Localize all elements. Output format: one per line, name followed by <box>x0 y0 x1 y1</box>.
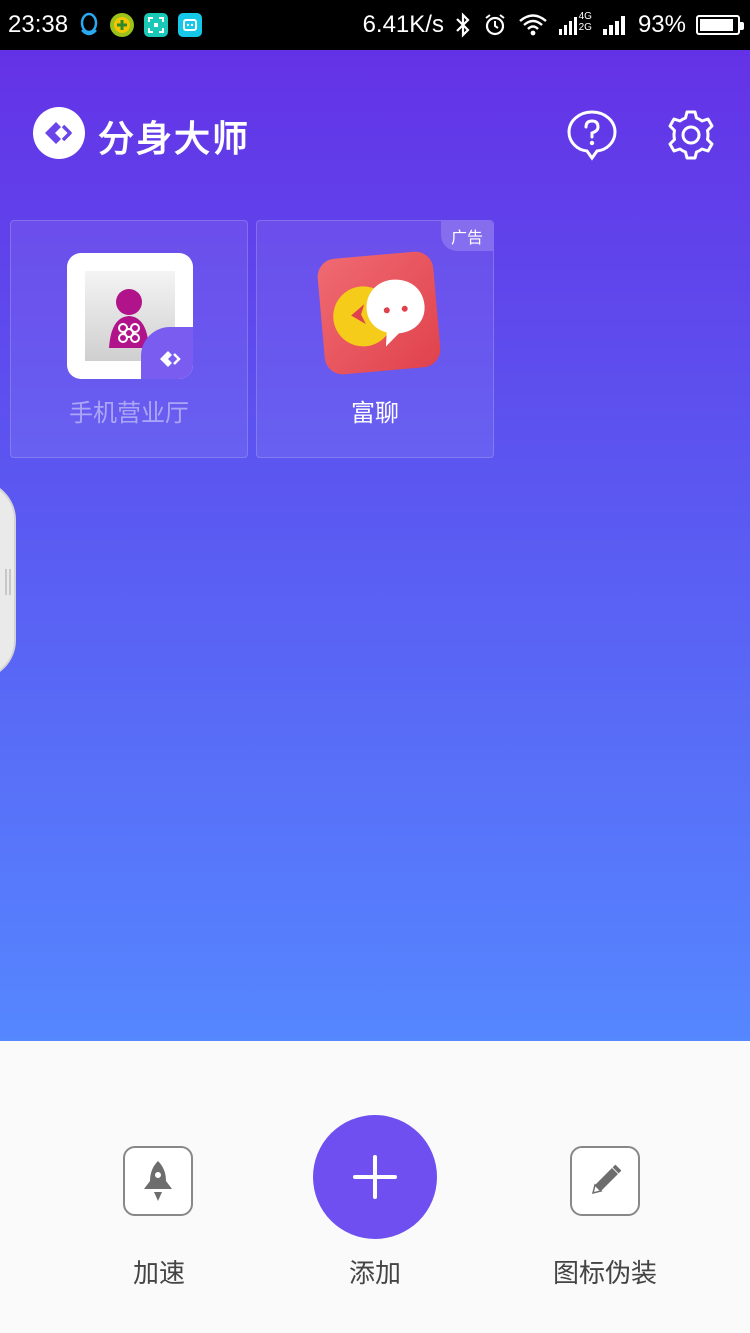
ad-badge: 广告 <box>441 221 493 251</box>
china-unicom-icon <box>67 253 193 379</box>
clock: 23:38 <box>8 11 69 38</box>
icon-disguise-button[interactable] <box>570 1146 640 1216</box>
status-bar: 23:38 6.41K/s 4G 2G 93% <box>0 0 750 50</box>
wifi-icon <box>518 13 548 37</box>
header: 分身大师 <box>0 50 750 220</box>
alarm-icon <box>482 12 508 38</box>
settings-button[interactable] <box>664 108 718 162</box>
speed-up-label: 加速 <box>132 1259 185 1289</box>
icon-disguise-label: 图标伪装 <box>552 1259 657 1289</box>
app-card-fuliao[interactable]: 广告 富聊 <box>256 220 494 458</box>
network-type-top: 4G <box>578 11 592 22</box>
battery-icon <box>696 15 744 35</box>
signal-4g-icon: 4G 2G <box>558 11 592 37</box>
fuliao-chat-icon <box>316 250 442 376</box>
add-label: 添加 <box>348 1259 401 1289</box>
pencil-icon <box>591 1164 622 1195</box>
gear-icon <box>668 110 714 160</box>
app-logo-icon <box>33 107 85 159</box>
robot-app-icon <box>178 13 203 37</box>
main-area: 分身大师 手机营业厅 广告 富聊 <box>0 50 750 1041</box>
rocket-icon <box>144 1161 172 1201</box>
app-card-mobile-hall[interactable]: 手机营业厅 <box>10 220 248 458</box>
help-button[interactable] <box>565 108 619 162</box>
network-type-bottom: 2G <box>578 22 592 33</box>
add-button[interactable] <box>313 1115 437 1239</box>
battery-level <box>700 19 734 31</box>
qq-icon <box>78 12 100 38</box>
question-bubble-icon <box>567 110 617 161</box>
clone-badge-icon <box>141 327 193 379</box>
battery-percent: 93% <box>637 11 686 38</box>
bottom-action-bar: 加速 添加 图标伪装 <box>0 1041 750 1333</box>
signal-icon <box>602 13 628 37</box>
speed-up-button[interactable] <box>123 1146 193 1216</box>
floating-side-handle[interactable] <box>0 480 16 680</box>
app-label: 手机营业厅 <box>69 399 189 427</box>
net-speed: 6.41K/s <box>362 11 444 38</box>
app-label: 富聊 <box>351 399 399 427</box>
health-app-icon <box>110 13 135 37</box>
plus-icon <box>353 1155 397 1199</box>
scan-app-icon <box>144 13 169 37</box>
bluetooth-icon <box>454 12 472 38</box>
page-title: 分身大师 <box>98 119 251 160</box>
